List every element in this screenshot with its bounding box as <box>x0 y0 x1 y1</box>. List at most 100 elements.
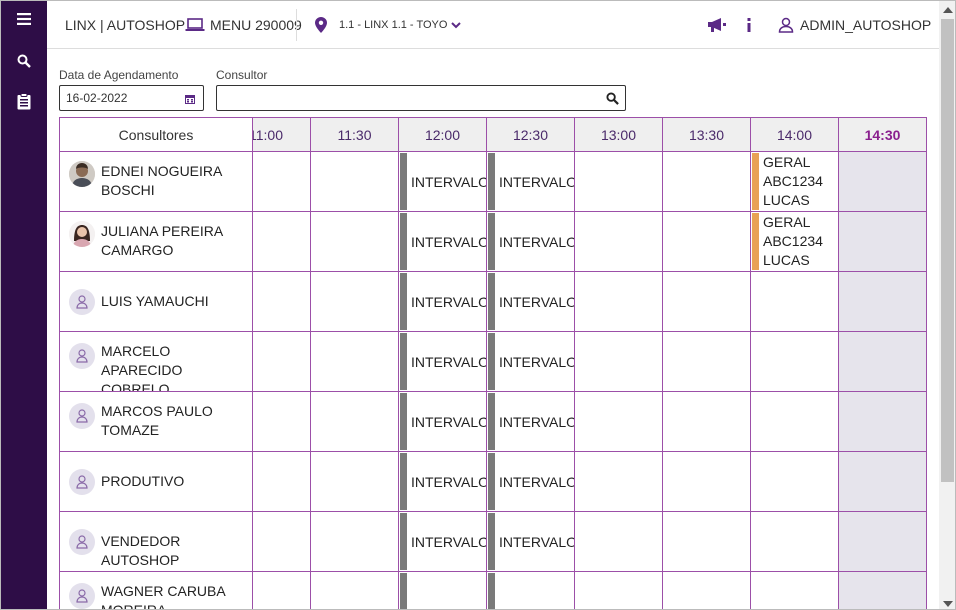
slot-1330[interactable] <box>663 212 751 271</box>
slot-1130[interactable] <box>311 392 399 451</box>
slot-1330[interactable] <box>663 572 751 609</box>
slot-1300[interactable] <box>575 572 663 609</box>
slot-1130[interactable] <box>311 152 399 211</box>
slot-1100[interactable] <box>253 452 311 511</box>
slot-1200[interactable]: INTERVALO <box>399 452 487 511</box>
slot-1200[interactable]: INTERVALO <box>399 332 487 391</box>
hamburger-menu-icon[interactable] <box>12 7 36 31</box>
slot-1300[interactable] <box>575 152 663 211</box>
slot-1430[interactable] <box>839 272 926 331</box>
consultant-cell[interactable]: JULIANA PEREIRA CAMARGO <box>60 212 253 271</box>
slot-1430[interactable] <box>839 392 926 451</box>
slot-1400[interactable]: GERAL ABC1234 LUCAS <box>751 212 839 271</box>
slot-1400[interactable] <box>751 332 839 391</box>
slot-1200[interactable]: INTERVALO <box>399 152 487 211</box>
consultant-cell[interactable]: LUIS YAMAUCHI <box>60 272 253 331</box>
calendar-icon[interactable] <box>185 93 195 107</box>
search-icon[interactable] <box>606 92 619 108</box>
scroll-down-arrow-icon[interactable] <box>943 601 953 607</box>
consultant-cell[interactable]: WAGNER CARUBA MOREIRA <box>60 572 253 609</box>
slot-1230[interactable]: INTERVALO <box>487 572 575 609</box>
interval-block[interactable]: INTERVALO <box>487 572 574 609</box>
slot-1130[interactable] <box>311 572 399 609</box>
slot-1400[interactable]: GERAL ABC1234 LUCAS <box>751 152 839 211</box>
slot-1430[interactable] <box>839 452 926 511</box>
location-selector[interactable]: 1.1 - LINX 1.1 - TOYO <box>315 1 462 49</box>
slot-1300[interactable] <box>575 272 663 331</box>
slot-1400[interactable] <box>751 452 839 511</box>
slot-1130[interactable] <box>311 272 399 331</box>
consultant-cell[interactable]: PRODUTIVO <box>60 452 253 511</box>
slot-1130[interactable] <box>311 512 399 571</box>
scroll-up-arrow-icon[interactable] <box>943 7 953 13</box>
scrollbar-thumb[interactable] <box>941 19 954 482</box>
slot-1330[interactable] <box>663 392 751 451</box>
consultant-cell[interactable]: MARCOS PAULO TOMAZE <box>60 392 253 451</box>
slot-1300[interactable] <box>575 512 663 571</box>
info-icon[interactable] <box>746 1 752 49</box>
interval-block[interactable]: INTERVALO <box>399 272 486 331</box>
interval-block[interactable]: INTERVALO <box>399 572 486 609</box>
slot-1100[interactable] <box>253 512 311 571</box>
interval-block[interactable]: INTERVALO <box>487 392 574 451</box>
slot-1430[interactable] <box>839 572 926 609</box>
slot-1100[interactable] <box>253 212 311 271</box>
interval-block[interactable]: INTERVALO <box>487 272 574 331</box>
interval-block[interactable]: INTERVALO <box>399 452 486 511</box>
slot-1230[interactable]: INTERVALO <box>487 452 575 511</box>
slot-1330[interactable] <box>663 512 751 571</box>
slot-1400[interactable] <box>751 392 839 451</box>
slot-1200[interactable]: INTERVALO <box>399 512 487 571</box>
slot-1230[interactable]: INTERVALO <box>487 152 575 211</box>
interval-block[interactable]: INTERVALO <box>399 152 486 211</box>
consultant-cell[interactable]: MARCELO APARECIDO COBRELO <box>60 332 253 391</box>
slot-1100[interactable] <box>253 272 311 331</box>
slot-1230[interactable]: INTERVALO <box>487 272 575 331</box>
search-icon[interactable] <box>12 49 36 73</box>
slot-1330[interactable] <box>663 452 751 511</box>
slot-1430[interactable] <box>839 152 926 211</box>
slot-1200[interactable]: INTERVALO <box>399 212 487 271</box>
slot-1100[interactable] <box>253 332 311 391</box>
interval-block[interactable]: INTERVALO <box>399 212 486 271</box>
slot-1400[interactable] <box>751 512 839 571</box>
interval-block[interactable]: INTERVALO <box>487 212 574 271</box>
consultant-cell[interactable]: EDNEI NOGUEIRA BOSCHI <box>60 152 253 211</box>
slot-1430[interactable] <box>839 212 926 271</box>
menu-button[interactable]: MENU 290009 <box>185 1 302 49</box>
slot-1400[interactable] <box>751 572 839 609</box>
slot-1330[interactable] <box>663 272 751 331</box>
slot-1230[interactable]: INTERVALO <box>487 332 575 391</box>
slot-1430[interactable] <box>839 512 926 571</box>
slot-1100[interactable] <box>253 572 311 609</box>
slot-1300[interactable] <box>575 392 663 451</box>
vertical-scrollbar[interactable] <box>939 1 955 609</box>
slot-1200[interactable]: INTERVALO <box>399 392 487 451</box>
slot-1130[interactable] <box>311 452 399 511</box>
slot-1330[interactable] <box>663 332 751 391</box>
slot-1230[interactable]: INTERVALO <box>487 512 575 571</box>
clipboard-icon[interactable] <box>12 89 36 113</box>
slot-1230[interactable]: INTERVALO <box>487 212 575 271</box>
consultant-cell[interactable]: VENDEDOR AUTOSHOP <box>60 512 253 571</box>
slot-1400[interactable] <box>751 272 839 331</box>
slot-1130[interactable] <box>311 332 399 391</box>
consultant-input[interactable] <box>216 85 626 111</box>
interval-block[interactable]: INTERVALO <box>487 512 574 571</box>
slot-1200[interactable]: INTERVALO <box>399 272 487 331</box>
slot-1330[interactable] <box>663 152 751 211</box>
appointment-block[interactable]: GERAL ABC1234 LUCAS <box>751 152 838 211</box>
slot-1430[interactable] <box>839 332 926 391</box>
interval-block[interactable]: INTERVALO <box>487 452 574 511</box>
slot-1100[interactable] <box>253 392 311 451</box>
slot-1130[interactable] <box>311 212 399 271</box>
megaphone-icon[interactable] <box>707 1 727 49</box>
slot-1300[interactable] <box>575 212 663 271</box>
slot-1230[interactable]: INTERVALO <box>487 392 575 451</box>
slot-1100[interactable] <box>253 152 311 211</box>
interval-block[interactable]: INTERVALO <box>399 332 486 391</box>
interval-block[interactable]: INTERVALO <box>487 152 574 211</box>
date-input[interactable]: 16-02-2022 <box>59 85 204 111</box>
slot-1300[interactable] <box>575 452 663 511</box>
interval-block[interactable]: INTERVALO <box>399 392 486 451</box>
